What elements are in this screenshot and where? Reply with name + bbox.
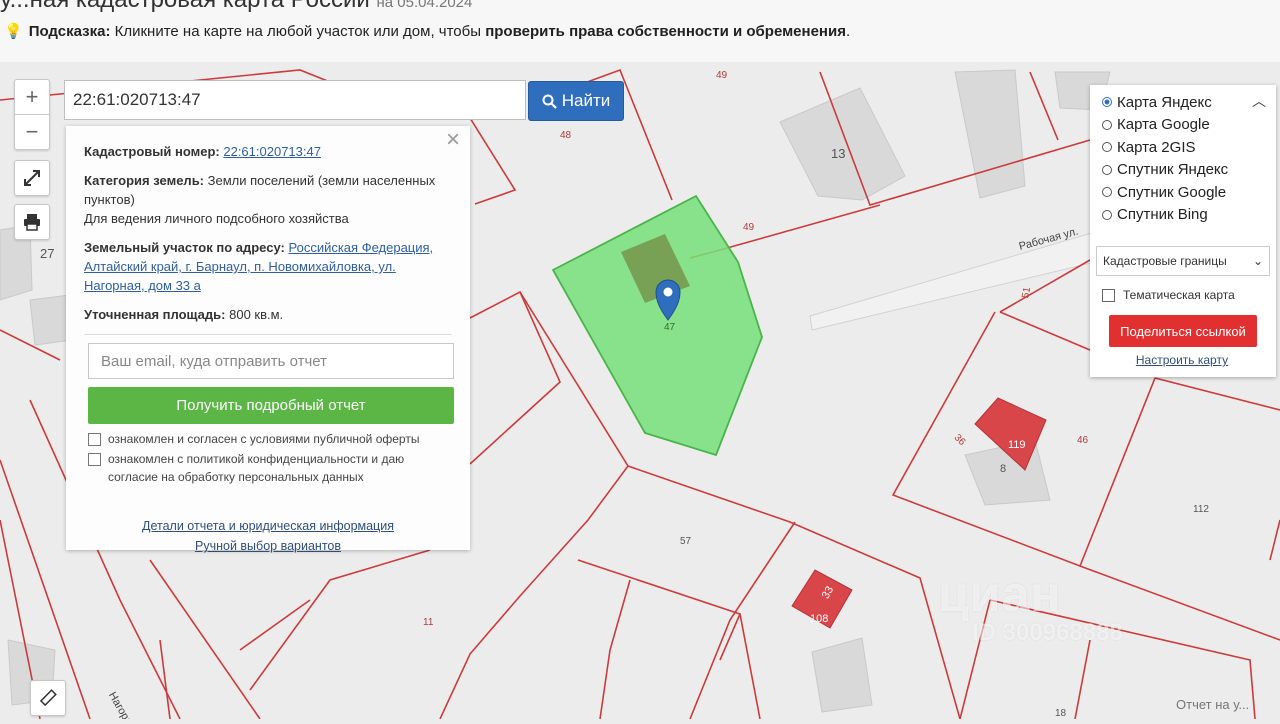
fullscreen-button[interactable] [14,160,50,196]
radio-button[interactable] [1102,164,1112,175]
building-right [954,69,1026,199]
layer-option[interactable]: Спутник Bing [1102,204,1276,227]
hint-line: 💡 Подсказка: Кликните на карте на любой у… [4,23,851,40]
zoom-out-button[interactable]: − [14,114,50,150]
land-use-value: Для ведения личного подсобного хозяйства [84,211,349,226]
layer-option[interactable]: Карта 2GIS [1102,136,1276,159]
thematic-map-checkbox[interactable]: Тематическая карта [1102,288,1276,302]
parcel-label: 57 [680,536,692,547]
area-value: 800 кв.м. [229,307,284,322]
parcel-label: 112 [1193,504,1209,515]
radio-button[interactable] [1102,187,1112,198]
layer-option-label: Карта 2GIS [1117,138,1196,156]
radio-button[interactable] [1102,119,1112,130]
parcel-label: 47 [664,322,676,333]
cadastral-search-input[interactable] [64,80,526,120]
page-title: у...ная кадастровая карта России на 05.0… [0,0,473,13]
parcel-label: 18 [1055,708,1067,719]
chevron-down-icon: ⌄ [1252,254,1263,268]
layer-options: Карта Яндекс Карта Google Карта 2GIS Спутни… [1102,91,1276,226]
lightbulb-icon: 💡 [4,23,23,40]
parcel-label: 46 [1077,435,1089,446]
privacy-consent-checkbox[interactable]: ознакомлен с политикой конфиденциальност… [84,450,452,486]
parcel-label: 49 [743,222,755,233]
find-button-label: Найти [561,91,611,110]
layer-option-label: Спутник Яндекс [1117,161,1229,179]
manual-selection-link[interactable]: Ручной выбор вариантов [195,539,341,553]
chevron-up-icon[interactable]: ︿ [1252,91,1266,111]
layer-option[interactable]: Карта Яндекс [1102,91,1276,114]
radio-button[interactable] [1102,142,1112,153]
parcel-label: 49 [716,70,728,81]
minus-icon: − [25,119,39,144]
radio-button[interactable] [1102,97,1112,108]
building-label: 119 [1008,439,1026,451]
radio-button[interactable] [1102,209,1112,220]
ruler-button[interactable] [30,680,66,716]
configure-map: Настроить карту [1102,353,1262,367]
layer-option[interactable]: Спутник Яндекс [1102,159,1276,182]
expand-icon [24,170,40,186]
street-label: Нагорная ул. [106,690,149,719]
checkbox[interactable] [88,433,101,446]
printer-icon [24,214,40,231]
land-category-row: Категория земель: Земли поселений (земли… [84,173,436,226]
building-label: 13 [831,146,845,161]
footer-links: Детали отчета и юридическая информация Р… [84,516,452,556]
address-row: Земельный участок по адресу: Российская … [84,240,434,293]
top-bar: у...ная кадастровая карта России на 05.0… [0,0,1280,62]
building-label: 8 [1000,463,1006,475]
cadastral-number-row: Кадастровый номер: 22:61:020713:47 [84,144,321,159]
parcel-label: 36 [952,432,968,448]
report-details-link[interactable]: Детали отчета и юридическая информация [142,519,394,533]
parcel-label: 48 [560,130,572,141]
checkbox[interactable] [1102,288,1115,302]
layer-option[interactable]: Карта Google [1102,114,1276,137]
area-row: Уточненная площадь: 800 кв.м. [84,307,284,322]
parcel-label: 11 [423,617,434,628]
close-icon[interactable]: × [446,128,460,152]
parcel-label: 51 [1020,286,1033,299]
zoom-in-button[interactable]: + [14,79,50,115]
cian-watermark: циан ID 300968888 [938,566,1123,646]
layer-option-label: Карта Google [1117,116,1210,134]
selected-parcel [551,194,763,457]
building-label: 27 [40,246,54,261]
layer-option-label: Спутник Bing [1117,206,1208,224]
corner-note: Отчет на у... [1176,697,1250,712]
email-field[interactable]: Ваш email, куда отправить отчет [88,343,454,379]
offer-agreement-checkbox[interactable]: ознакомлен и согласен с условиями публич… [84,430,452,448]
layer-option-label: Спутник Google [1117,183,1227,201]
ruler-icon [39,689,57,707]
building-13 [779,87,906,201]
layer-select[interactable]: Кадастровые границы ⌄ [1096,246,1270,276]
find-button[interactable]: Найти [528,81,624,121]
map-layers-panel: ︿ Карта Яндекс Карта Google Карта 2GIS Спут… [1090,85,1276,377]
configure-map-link[interactable]: Настроить карту [1136,353,1228,367]
layer-option-label: Карта Яндекс [1117,93,1212,111]
cadastral-number-link[interactable]: 22:61:020713:47 [223,144,321,159]
layer-option[interactable]: Спутник Google [1102,181,1276,204]
share-link-button[interactable]: Поделиться ссылкой [1109,315,1257,347]
get-report-button[interactable]: Получить подробный отчет [88,387,454,424]
print-button[interactable] [14,204,50,240]
building-label: 108 [810,613,828,625]
plus-icon: + [25,84,39,109]
parcel-info-panel: × Кадастровый номер: 22:61:020713:47 Кат… [66,126,470,553]
checkbox[interactable] [88,453,101,466]
divider [84,334,452,335]
search-icon [542,94,557,109]
